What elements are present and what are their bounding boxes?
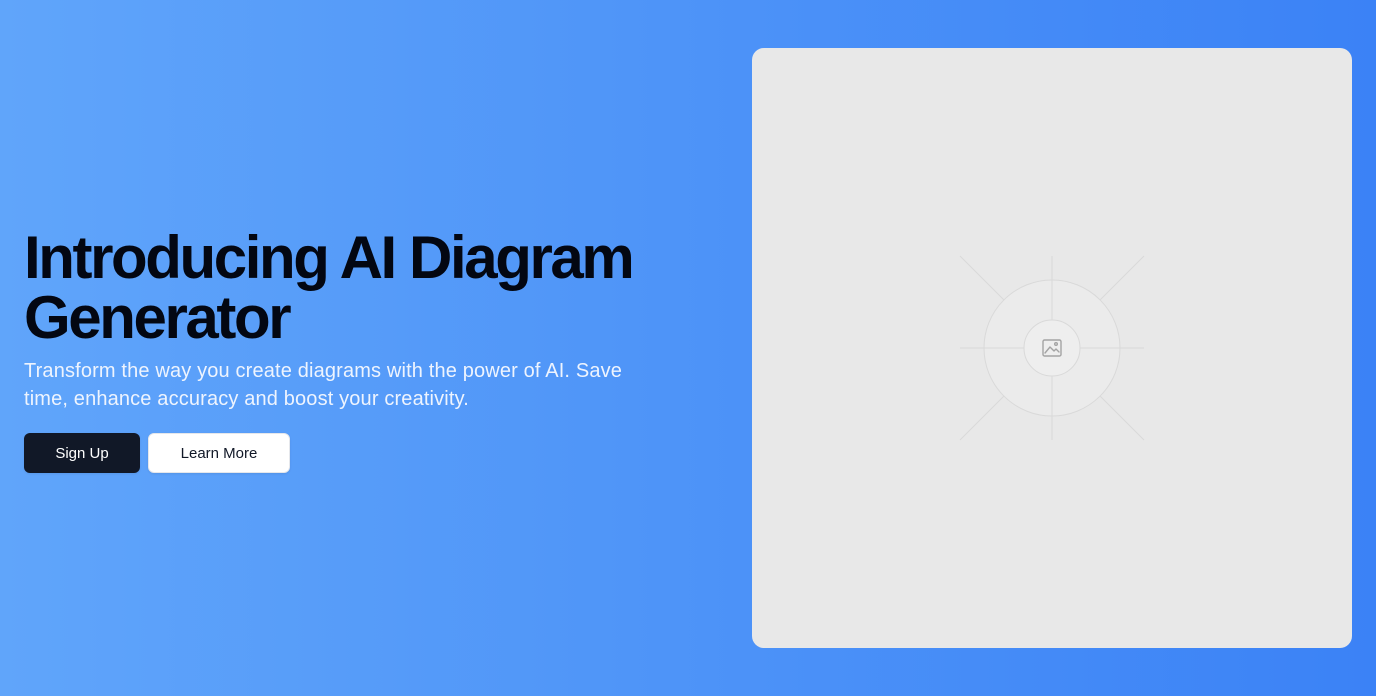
placeholder-artwork bbox=[959, 255, 1145, 441]
hero-subtitle: Transform the way you create diagrams wi… bbox=[24, 360, 623, 410]
sign-up-button[interactable]: Sign Up bbox=[24, 433, 140, 473]
hero-title: Introducing AI Diagram Generator bbox=[24, 224, 635, 351]
hero-image-placeholder bbox=[752, 48, 1352, 648]
learn-more-button[interactable]: Learn More bbox=[148, 433, 290, 473]
hero-actions: Sign Up Learn More bbox=[24, 433, 684, 473]
hero-content: Introducing AI Diagram Generator Transfo… bbox=[24, 228, 684, 473]
